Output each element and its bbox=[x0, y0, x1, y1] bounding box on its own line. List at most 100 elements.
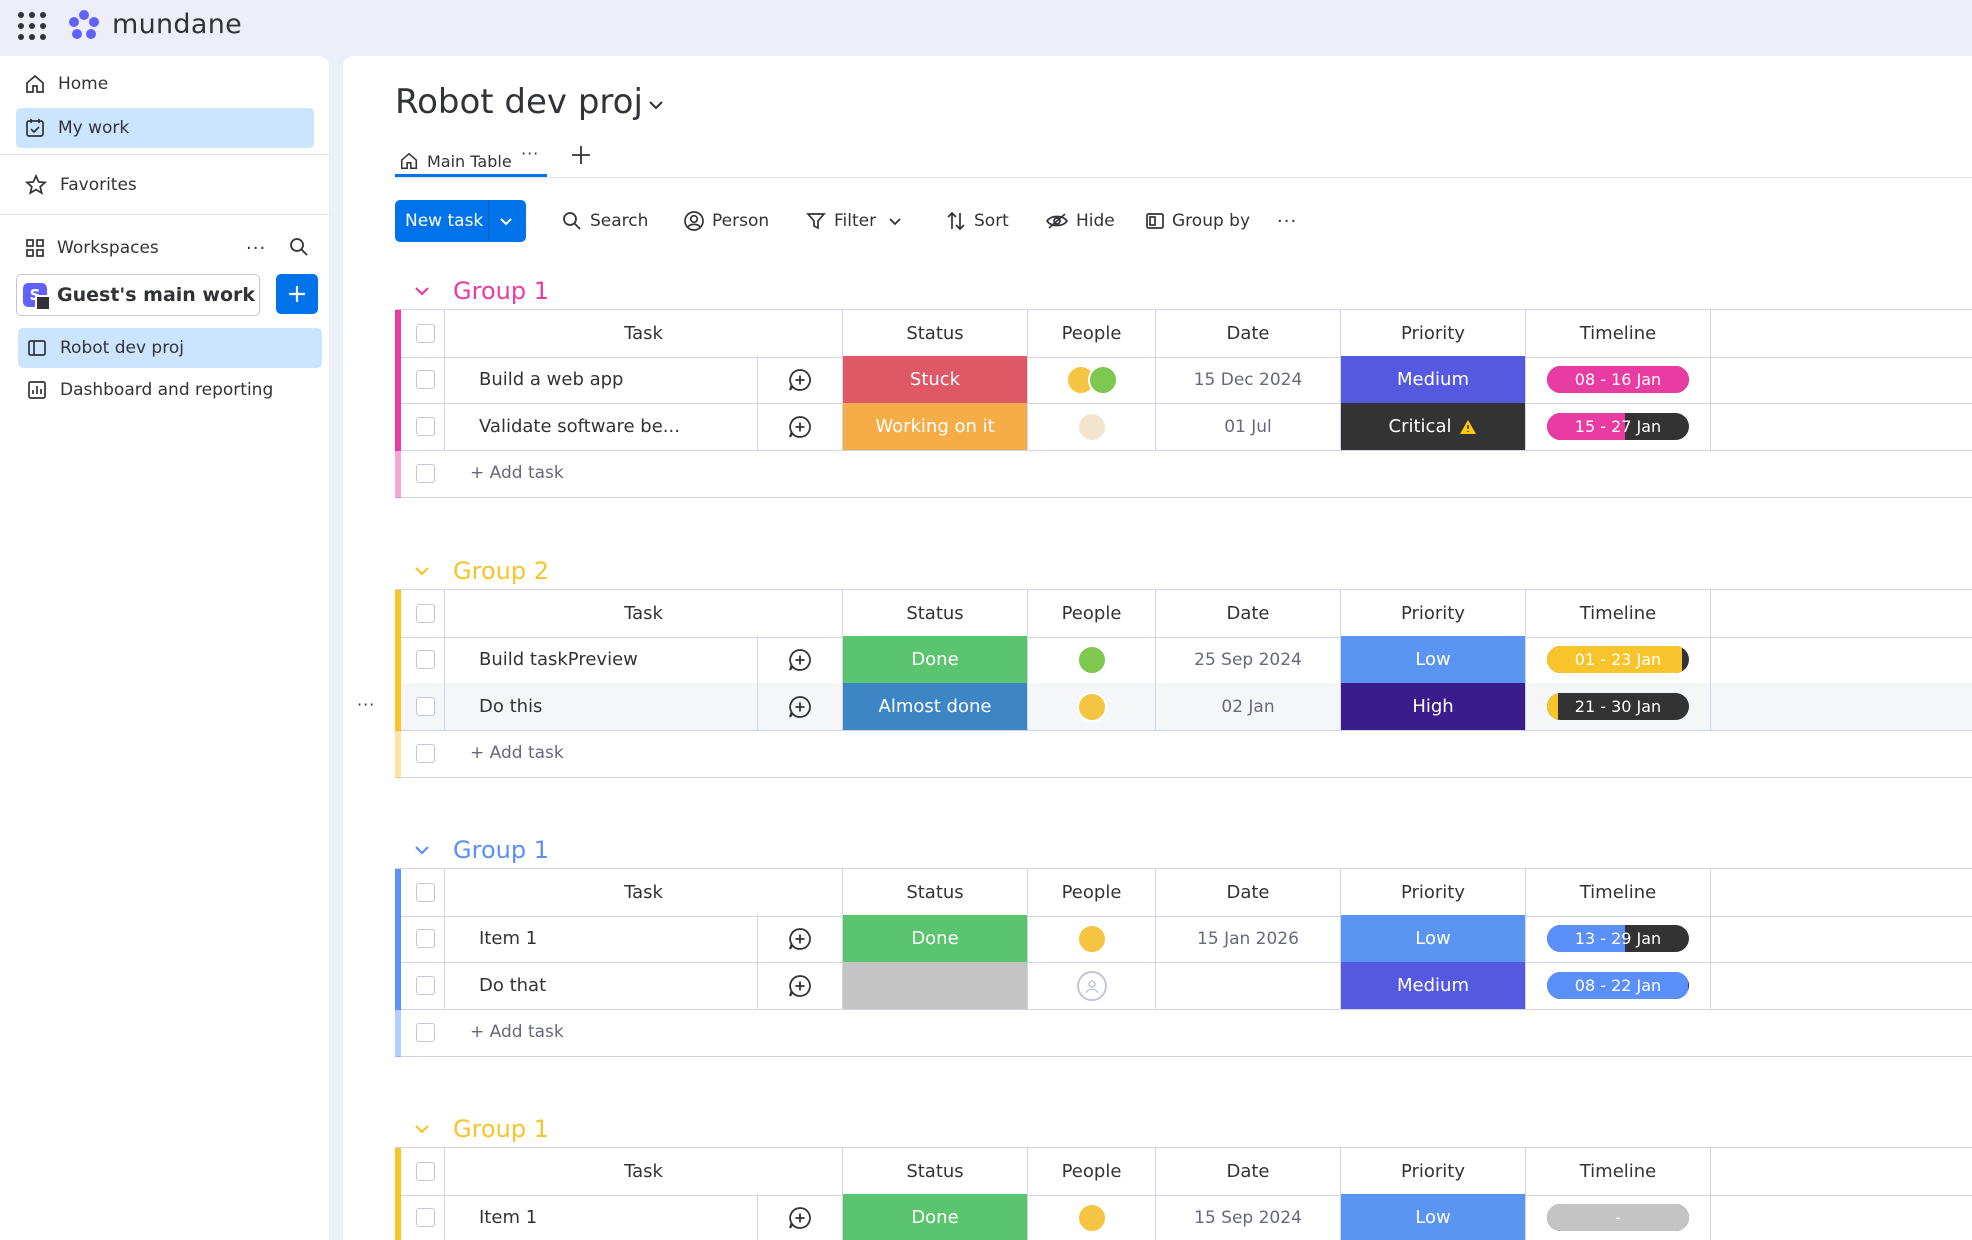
add-update-button[interactable] bbox=[757, 403, 842, 450]
add-task-row[interactable]: + Add task bbox=[395, 1009, 1972, 1057]
column-header-date[interactable]: Date bbox=[1155, 869, 1340, 916]
status-cell[interactable]: Almost done bbox=[842, 683, 1027, 730]
table-row[interactable]: Do that Medium 08 - 22 Jan bbox=[395, 962, 1972, 1010]
table-row[interactable]: Build a web app Stuck 15 Dec 2024 Medium 08 … bbox=[395, 356, 1972, 404]
timeline-cell[interactable]: 15 - 27 Jan bbox=[1525, 403, 1710, 450]
group-title[interactable]: Group 1 bbox=[453, 1115, 549, 1143]
add-column-cell[interactable] bbox=[1710, 310, 1972, 357]
row-checkbox[interactable] bbox=[416, 464, 435, 483]
date-cell[interactable]: 15 Sep 2024 bbox=[1155, 1194, 1340, 1240]
person-filter-button[interactable]: Person bbox=[683, 200, 769, 242]
column-header-people[interactable]: People bbox=[1027, 310, 1155, 357]
column-header-priority[interactable]: Priority bbox=[1340, 1148, 1525, 1195]
timeline-cell[interactable]: 21 - 30 Jan bbox=[1525, 683, 1710, 730]
row-checkbox[interactable] bbox=[416, 976, 435, 995]
date-cell[interactable] bbox=[1155, 962, 1340, 1009]
column-header-task[interactable]: Task bbox=[444, 590, 842, 637]
priority-cell[interactable]: High bbox=[1340, 683, 1525, 730]
column-header-priority[interactable]: Priority bbox=[1340, 310, 1525, 357]
add-column-cell[interactable] bbox=[1710, 869, 1972, 916]
column-header-timeline[interactable]: Timeline bbox=[1525, 590, 1710, 637]
status-cell[interactable]: Working on it bbox=[842, 403, 1027, 450]
sidebar-item-dashboard[interactable]: Dashboard and reporting bbox=[18, 370, 322, 410]
priority-cell[interactable]: Medium bbox=[1340, 962, 1525, 1009]
people-cell[interactable] bbox=[1027, 1194, 1155, 1240]
people-cell[interactable] bbox=[1027, 636, 1155, 683]
row-checkbox[interactable] bbox=[416, 1208, 435, 1227]
people-cell[interactable] bbox=[1027, 356, 1155, 403]
date-cell[interactable]: 25 Sep 2024 bbox=[1155, 636, 1340, 683]
select-all-checkbox[interactable] bbox=[416, 604, 435, 623]
row-checkbox[interactable] bbox=[416, 417, 435, 436]
add-task-button[interactable]: + Add task bbox=[470, 743, 564, 763]
status-cell[interactable]: Stuck bbox=[842, 356, 1027, 403]
select-all-checkbox[interactable] bbox=[416, 883, 435, 902]
date-cell[interactable]: 02 Jan bbox=[1155, 683, 1340, 730]
timeline-cell[interactable]: 08 - 22 Jan bbox=[1525, 962, 1710, 1009]
date-cell[interactable]: 01 Jul bbox=[1155, 403, 1340, 450]
add-update-button[interactable] bbox=[757, 962, 842, 1009]
add-column-cell[interactable] bbox=[1710, 1148, 1972, 1195]
timeline-cell[interactable]: - bbox=[1525, 1194, 1710, 1240]
hide-button[interactable]: Hide bbox=[1045, 200, 1115, 242]
add-update-button[interactable] bbox=[757, 356, 842, 403]
column-header-date[interactable]: Date bbox=[1155, 1148, 1340, 1195]
add-workspace-item-button[interactable] bbox=[276, 274, 318, 314]
priority-cell[interactable]: Medium bbox=[1340, 356, 1525, 403]
add-task-row[interactable]: + Add task bbox=[395, 450, 1972, 498]
row-checkbox[interactable] bbox=[416, 370, 435, 389]
search-button[interactable]: Search bbox=[561, 200, 648, 242]
more-actions-icon[interactable]: ··· bbox=[1277, 200, 1297, 242]
table-row[interactable]: Item 1 Done 15 Sep 2024 Low - bbox=[395, 1194, 1972, 1240]
row-checkbox[interactable] bbox=[416, 697, 435, 716]
group-title[interactable]: Group 1 bbox=[453, 836, 549, 864]
column-header-date[interactable]: Date bbox=[1155, 590, 1340, 637]
sidebar-item-my-work[interactable]: My work bbox=[16, 108, 314, 148]
filter-button[interactable]: Filter bbox=[805, 200, 911, 242]
column-header-status[interactable]: Status bbox=[842, 590, 1027, 637]
column-header-task[interactable]: Task bbox=[444, 869, 842, 916]
column-header-priority[interactable]: Priority bbox=[1340, 869, 1525, 916]
priority-cell[interactable]: Low bbox=[1340, 1194, 1525, 1240]
chevron-down-icon[interactable] bbox=[409, 278, 435, 304]
column-header-task[interactable]: Task bbox=[444, 310, 842, 357]
search-icon[interactable] bbox=[288, 236, 310, 258]
sidebar-item-robot-dev-proj[interactable]: Robot dev proj bbox=[18, 328, 322, 368]
select-all-checkbox[interactable] bbox=[416, 324, 435, 343]
add-update-button[interactable] bbox=[757, 915, 842, 962]
column-header-date[interactable]: Date bbox=[1155, 310, 1340, 357]
priority-cell[interactable]: Low bbox=[1340, 636, 1525, 683]
chevron-down-icon[interactable] bbox=[409, 558, 435, 584]
date-cell[interactable]: 15 Jan 2026 bbox=[1155, 915, 1340, 962]
people-cell[interactable] bbox=[1027, 683, 1155, 730]
column-header-status[interactable]: Status bbox=[842, 869, 1027, 916]
status-cell[interactable]: Done bbox=[842, 1194, 1027, 1240]
status-cell[interactable] bbox=[842, 962, 1027, 1009]
column-header-status[interactable]: Status bbox=[842, 1148, 1027, 1195]
column-header-timeline[interactable]: Timeline bbox=[1525, 869, 1710, 916]
row-checkbox[interactable] bbox=[416, 650, 435, 669]
apps-grid-icon[interactable] bbox=[18, 12, 46, 40]
select-all-checkbox[interactable] bbox=[416, 1162, 435, 1181]
tab-more-icon[interactable]: ··· bbox=[521, 144, 539, 163]
workspaces-more-icon[interactable]: ··· bbox=[246, 238, 266, 259]
chevron-down-icon[interactable] bbox=[645, 94, 667, 116]
column-header-people[interactable]: People bbox=[1027, 869, 1155, 916]
timeline-cell[interactable]: 01 - 23 Jan bbox=[1525, 636, 1710, 683]
workspace-selector[interactable]: S Guest's main works... bbox=[16, 274, 260, 316]
add-update-button[interactable] bbox=[757, 683, 842, 730]
people-cell[interactable] bbox=[1027, 915, 1155, 962]
chevron-down-icon[interactable] bbox=[497, 212, 515, 230]
date-cell[interactable]: 15 Dec 2024 bbox=[1155, 356, 1340, 403]
group-by-button[interactable]: Group by bbox=[1145, 200, 1250, 242]
tab-main-table[interactable]: Main Table bbox=[393, 144, 512, 178]
column-header-priority[interactable]: Priority bbox=[1340, 590, 1525, 637]
row-checkbox[interactable] bbox=[416, 929, 435, 948]
new-task-button[interactable]: New task bbox=[395, 200, 526, 242]
add-update-button[interactable] bbox=[757, 636, 842, 683]
table-row[interactable]: Item 1 Done 15 Jan 2026 Low 13 - 29 Jan bbox=[395, 915, 1972, 963]
chevron-down-icon[interactable] bbox=[409, 837, 435, 863]
sidebar-item-home[interactable]: Home bbox=[16, 64, 314, 104]
add-column-cell[interactable] bbox=[1710, 590, 1972, 637]
sort-button[interactable]: Sort bbox=[945, 200, 1009, 242]
